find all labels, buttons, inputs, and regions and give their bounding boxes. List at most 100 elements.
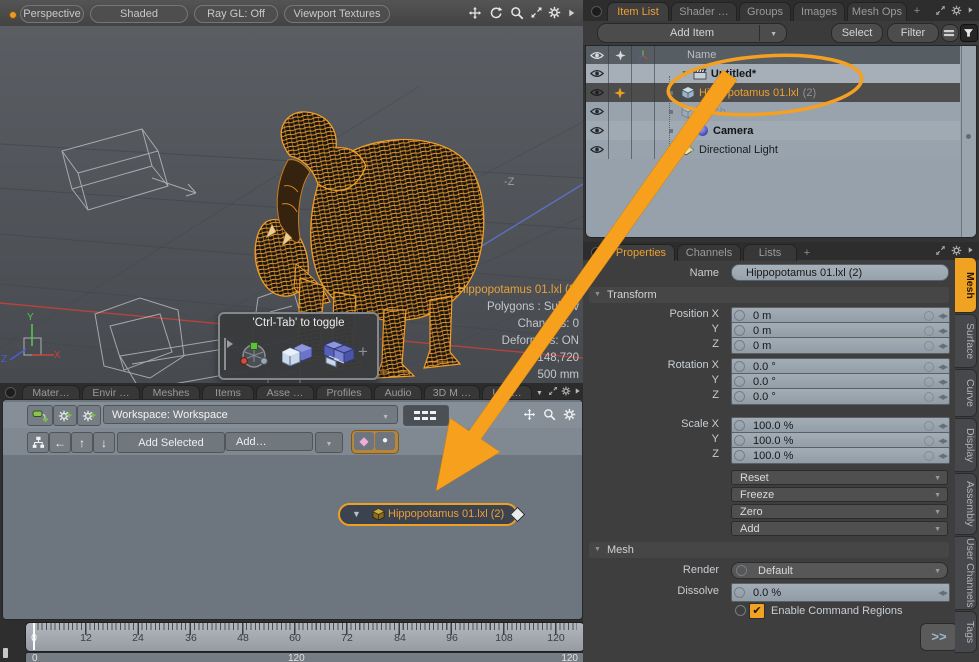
item-name-input[interactable]: Hippopotamus 01.lxl (2) — [731, 264, 949, 281]
zero-button[interactable]: Zero — [731, 504, 948, 519]
viewport-3d[interactable]: Perspective Shaded Ray GL: Off Viewport … — [0, 0, 583, 398]
filter-funnel-button[interactable] — [960, 24, 978, 42]
select-button[interactable]: Select — [831, 23, 883, 43]
viewport-settings-gear-icon[interactable] — [548, 6, 561, 19]
maximize-viewport-icon[interactable] — [530, 6, 543, 19]
camera-name-cell[interactable]: Camera — [655, 121, 960, 140]
channel-radio[interactable] — [734, 310, 745, 321]
tab-environments[interactable]: Envir … — [82, 385, 140, 400]
panel-thumb-icon[interactable] — [5, 387, 16, 398]
viewport-canvas[interactable]: Y X Z -Z Hippopotamus 01.lxl (2) Polygon… — [0, 26, 583, 398]
visibility-eye-icon[interactable] — [586, 83, 609, 102]
action-center-gizmo-icon[interactable] — [238, 338, 270, 370]
panel-flyout-icon[interactable] — [967, 6, 974, 14]
list-style-button[interactable] — [941, 24, 959, 42]
channel-radio[interactable] — [734, 391, 745, 402]
lock-cell[interactable] — [609, 64, 632, 83]
mini-slider-icon[interactable] — [938, 342, 947, 350]
channel-radio[interactable] — [735, 605, 746, 616]
timeline-mini-slider[interactable] — [3, 648, 8, 658]
render-dropdown[interactable]: Default — [731, 562, 948, 579]
axis-cell[interactable] — [632, 121, 655, 140]
panel-maximize-icon[interactable] — [935, 245, 946, 256]
mini-slider-icon[interactable] — [938, 437, 947, 445]
transform-section-header[interactable]: Transform — [589, 287, 949, 303]
keyframe-circle-icon[interactable] — [924, 421, 934, 431]
channel-radio[interactable] — [734, 435, 745, 446]
channel-radio[interactable] — [736, 565, 747, 576]
workspace-dropdown-icon[interactable] — [382, 407, 389, 427]
lock-cell[interactable] — [609, 121, 632, 140]
mini-slider-icon[interactable] — [938, 378, 947, 386]
channel-radio[interactable] — [734, 587, 745, 598]
add-button[interactable]: Add… — [225, 432, 313, 451]
lock-column-icon[interactable] — [609, 46, 632, 64]
scale-z-field[interactable]: 100.0 % — [731, 447, 950, 464]
viewport-flyout-icon[interactable] — [567, 8, 576, 18]
more-options-button[interactable]: >> — [920, 623, 958, 651]
raygl-button[interactable]: Ray GL: Off — [194, 5, 278, 23]
panel-gear-icon[interactable] — [951, 5, 962, 16]
mini-slider-icon[interactable] — [938, 393, 947, 401]
schematic-zoom-icon[interactable] — [543, 408, 556, 421]
mesh-section-header[interactable]: Mesh — [589, 542, 949, 558]
channel-radio[interactable] — [734, 450, 745, 461]
keyframe-circle-icon[interactable] — [924, 362, 934, 372]
mini-slider-icon[interactable] — [938, 363, 947, 371]
row-directional-light[interactable]: Directional Light — [586, 140, 960, 159]
rotation-z-field[interactable]: 0.0 ° — [731, 388, 950, 405]
side-tab-mesh[interactable]: Mesh — [955, 257, 977, 313]
tab-3d-models[interactable]: 3D M … — [424, 385, 480, 400]
schematic-canvas[interactable]: ▼ Hippopotamus 01.lxl (2) — [3, 455, 582, 618]
channel-radio[interactable] — [734, 340, 745, 351]
name-column-header[interactable]: Name — [655, 46, 960, 64]
add-dropdown-button[interactable] — [315, 432, 343, 453]
single-item-mode-icon[interactable] — [282, 340, 316, 368]
item-list-scrollbar[interactable] — [961, 46, 976, 237]
nav-down-button[interactable]: ↓ — [93, 432, 115, 453]
add-item-button[interactable]: Add Item — [597, 23, 787, 43]
axis-cell[interactable] — [632, 64, 655, 83]
zoom-view-icon[interactable] — [510, 6, 524, 20]
channel-radio[interactable] — [734, 361, 745, 372]
axis-cell[interactable] — [632, 102, 655, 121]
visibility-eye-icon[interactable] — [586, 140, 609, 159]
row-mesh-ghost[interactable]: Mesh — [586, 102, 960, 121]
panel-flyout-icon[interactable] — [967, 246, 974, 254]
mini-slider-icon[interactable] — [938, 422, 947, 430]
add-selected-button[interactable]: Add Selected — [117, 432, 225, 453]
node-collapse-icon[interactable]: ▼ — [352, 509, 361, 519]
viewport-textures-button[interactable]: Viewport Textures — [284, 5, 390, 23]
lock-cell[interactable] — [609, 102, 632, 121]
axis-column-icon[interactable] — [632, 46, 655, 64]
mini-slider-icon[interactable] — [938, 312, 947, 320]
keyframe-circle-icon[interactable] — [924, 451, 934, 461]
keyframe-circle-icon[interactable] — [924, 326, 934, 336]
row-mesh-hippopotamus[interactable]: Hippopotamus 01.lxl (2) — [586, 83, 960, 102]
visibility-eye-icon[interactable] — [586, 102, 609, 121]
dissolve-field[interactable]: 0.0 % — [731, 583, 950, 602]
mini-slider-icon[interactable] — [938, 589, 947, 597]
channel-radio[interactable] — [734, 376, 745, 387]
side-tab-user-channels[interactable]: User Channels — [955, 536, 977, 610]
enable-command-regions-checkbox[interactable] — [749, 603, 765, 619]
tooltip-plus-icon[interactable]: + — [358, 342, 368, 362]
side-tab-assembly[interactable]: Assembly — [955, 473, 977, 535]
axis-cell[interactable] — [632, 140, 655, 159]
keyframe-circle-icon[interactable] — [924, 341, 934, 351]
panel-thumb-icon[interactable] — [591, 6, 602, 17]
tab-profiles[interactable]: Profiles — [316, 385, 372, 400]
tree-view-button[interactable] — [27, 432, 49, 453]
hierarchy-mode-icon[interactable] — [322, 339, 356, 369]
tab-materials[interactable]: Mater… — [22, 385, 80, 400]
tab-use[interactable]: Use… — [482, 385, 532, 400]
tab-lists[interactable]: Lists — [743, 244, 797, 261]
mesh-name-cell[interactable]: Hippopotamus 01.lxl (2) — [655, 83, 960, 102]
mini-slider-icon[interactable] — [938, 327, 947, 335]
position-z-field[interactable]: 0 m — [731, 337, 950, 354]
tab-properties[interactable]: Properties — [607, 244, 675, 261]
mini-slider-icon[interactable] — [938, 452, 947, 460]
tab-groups[interactable]: Groups — [739, 2, 791, 21]
schematic-pan-icon[interactable] — [523, 408, 536, 421]
tab-images[interactable]: Images — [793, 2, 845, 21]
